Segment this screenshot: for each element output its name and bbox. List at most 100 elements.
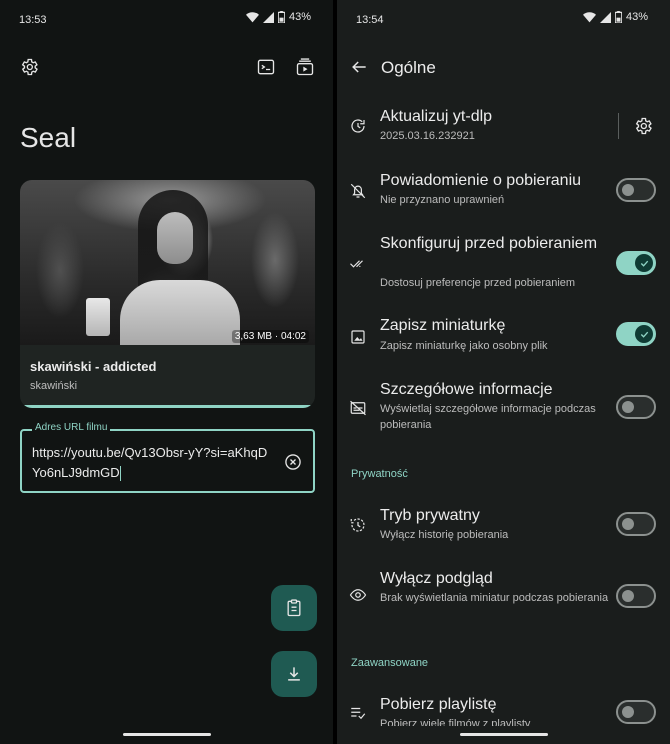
toggle-knob xyxy=(622,518,634,530)
setting-subtitle: Zapisz miniaturkę jako osobny plik xyxy=(380,340,548,352)
video-card[interactable]: 3,63 MB · 04:02 skawiński - addicted ska… xyxy=(20,180,315,408)
video-size-duration: 3,63 MB · 04:02 xyxy=(231,330,309,343)
toggle-switch[interactable] xyxy=(616,700,656,724)
main-screen: 13:53 43% Seal 3,63 MB · 04:02 skawiński… xyxy=(0,0,333,744)
battery-icon xyxy=(277,11,285,23)
status-bar: 13:54 43% xyxy=(337,0,670,40)
notifications-off-icon xyxy=(347,180,369,202)
vertical-separator xyxy=(618,113,619,139)
gesture-bar[interactable] xyxy=(459,733,548,736)
setting-save-thumbnail[interactable]: Zapisz miniaturkę Zapisz miniaturkę jako… xyxy=(337,316,670,356)
toggle-switch[interactable] xyxy=(616,395,656,419)
toggle-knob xyxy=(635,254,653,272)
url-input-value[interactable]: https://youtu.be/Qv13Obsr-yY?si=aKhqDYo6… xyxy=(32,443,272,483)
gear-icon xyxy=(635,117,652,135)
setting-title: Powiadomienie o pobieraniu xyxy=(380,172,582,189)
done-all-icon xyxy=(347,252,369,274)
setting-disable-preview[interactable]: Wyłącz podgląd Brak wyświetlania miniatu… xyxy=(337,569,670,629)
toggle-switch[interactable] xyxy=(616,178,656,202)
setting-download-playlist[interactable]: Pobierz playlistę Pobierz wiele filmów z… xyxy=(337,694,670,726)
thumbnail-cup xyxy=(86,298,110,336)
status-bar: 13:53 43% xyxy=(0,0,333,40)
setting-title: Szczegółowe informacje xyxy=(380,381,553,398)
toggle-switch[interactable] xyxy=(616,584,656,608)
url-text: https://youtu.be/Qv13Obsr-yY?si=aKhqDYo6… xyxy=(32,445,268,480)
battery-percent: 43% xyxy=(288,11,311,23)
setting-configure-before-download[interactable]: Skonfiguruj przed pobieraniem Dostosuj p… xyxy=(337,232,670,292)
toggle-switch[interactable] xyxy=(616,512,656,536)
subtitles-off-icon xyxy=(347,397,369,419)
setting-subtitle: Brak wyświetlania miniatur podczas pobie… xyxy=(380,592,609,604)
wifi-icon xyxy=(582,11,596,22)
setting-detailed-info[interactable]: Szczegółowe informacje Wyświetlaj szczeg… xyxy=(337,379,670,439)
gear-icon xyxy=(21,58,38,76)
close-circle-icon xyxy=(285,454,301,470)
general-settings-screen: 13:54 43% Ogólne Aktualizuj yt-dlp 2025.… xyxy=(337,0,670,744)
setting-title: Aktualizuj yt-dlp xyxy=(380,108,493,125)
setting-subtitle: Pobierz wiele filmów z playlisty xyxy=(380,718,531,726)
setting-subtitle: Wyświetlaj szczegółowe informacje podcza… xyxy=(380,403,596,431)
setting-title: Wyłącz podgląd xyxy=(380,570,493,587)
signal-icon xyxy=(262,11,274,23)
video-channel: skawiński xyxy=(30,380,78,392)
battery-percent: 43% xyxy=(625,11,648,23)
setting-download-notification[interactable]: Powiadomienie o pobieraniu Nie przyznano… xyxy=(337,168,670,216)
toggle-knob xyxy=(622,590,634,602)
url-input-label: Adres URL filmu xyxy=(32,422,111,433)
terminal-icon xyxy=(257,59,275,75)
section-header-privacy: Prywatność xyxy=(351,468,408,480)
signal-icon xyxy=(599,11,611,23)
setting-subtitle: 2025.03.16.232921 xyxy=(380,130,475,142)
image-icon xyxy=(347,326,369,348)
app-title: Seal xyxy=(20,122,77,153)
playlist-icon xyxy=(347,702,369,724)
toggle-switch[interactable] xyxy=(616,251,656,275)
video-queue-icon xyxy=(296,58,314,76)
check-icon xyxy=(640,331,648,338)
settings-button[interactable] xyxy=(17,55,41,79)
history-toggle-icon xyxy=(347,514,369,536)
setting-title: Zapisz miniaturkę xyxy=(380,317,506,334)
url-input[interactable]: Adres URL filmu https://youtu.be/Qv13Obs… xyxy=(20,422,315,493)
ytdlp-settings-button[interactable] xyxy=(631,114,655,138)
download-icon xyxy=(288,667,300,681)
toggle-knob xyxy=(635,325,653,343)
section-header-advanced: Zaawansowane xyxy=(351,657,429,669)
setting-update-ytdlp[interactable]: Aktualizuj yt-dlp 2025.03.16.232921 xyxy=(337,105,670,153)
clipboard-icon xyxy=(287,599,301,617)
gesture-bar[interactable] xyxy=(122,733,211,736)
setting-title: Pobierz playlistę xyxy=(380,696,497,713)
setting-title: Tryb prywatny xyxy=(380,507,480,524)
toggle-knob xyxy=(622,401,634,413)
status-icons: 43% xyxy=(245,11,311,23)
setting-title: Skonfiguruj przed pobieraniem xyxy=(380,235,598,252)
clear-url-button[interactable] xyxy=(281,450,305,474)
download-queue-button[interactable] xyxy=(293,55,317,79)
text-caret xyxy=(119,466,121,482)
download-button[interactable] xyxy=(271,651,317,697)
terminal-button[interactable] xyxy=(254,55,278,79)
download-progress-bar xyxy=(20,405,315,408)
thumbnail-face xyxy=(157,212,193,264)
check-icon xyxy=(640,260,648,267)
toggle-switch[interactable] xyxy=(616,322,656,346)
setting-private-mode[interactable]: Tryb prywatny Wyłącz historię pobierania xyxy=(337,506,670,546)
battery-icon xyxy=(614,11,622,23)
setting-subtitle: Nie przyznano uprawnień xyxy=(380,194,505,206)
thumbnail-shirt xyxy=(120,280,240,345)
paste-button[interactable] xyxy=(271,585,317,631)
status-icons: 43% xyxy=(582,11,648,23)
video-title: skawiński - addicted xyxy=(30,359,157,374)
setting-subtitle: Dostosuj preferencje przed pobieraniem xyxy=(380,277,576,289)
page-title: Ogólne xyxy=(381,58,436,77)
status-time: 13:54 xyxy=(356,14,384,26)
arrow-back-icon xyxy=(352,61,366,73)
setting-subtitle: Wyłącz historię pobierania xyxy=(380,529,509,541)
toggle-knob xyxy=(622,706,634,718)
wifi-icon xyxy=(245,11,259,22)
update-icon xyxy=(347,115,369,137)
eye-icon xyxy=(347,584,369,606)
back-button[interactable] xyxy=(347,55,371,79)
status-time: 13:53 xyxy=(19,14,47,26)
video-thumbnail: 3,63 MB · 04:02 xyxy=(20,180,315,345)
